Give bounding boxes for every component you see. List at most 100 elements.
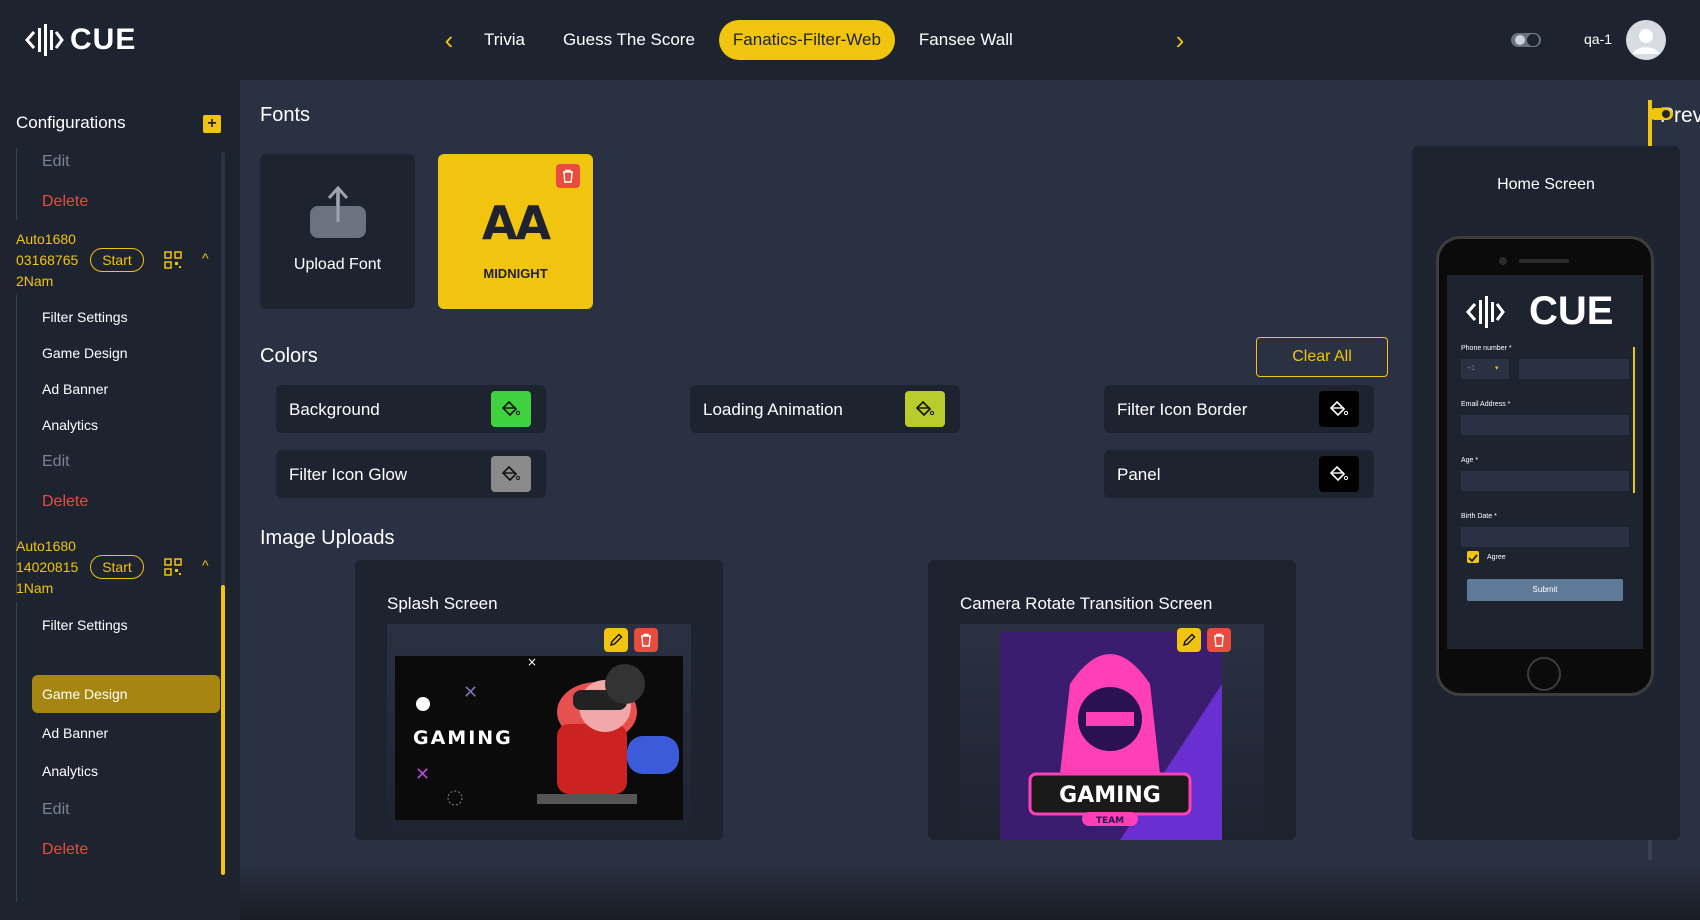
sidebar-item-analytics[interactable]: Analytics [42,763,98,779]
color-label: Background [289,400,380,419]
sidebar-edit[interactable]: Edit [42,801,70,819]
edit-image-pencil-icon[interactable] [604,628,628,652]
paint-bucket-icon[interactable] [491,456,531,492]
main-content: Fonts Upload Font AA MIDNIGHT Colors Cle… [240,80,1700,920]
tab-trivia[interactable]: Trivia [470,20,539,60]
email-input[interactable] [1461,415,1629,435]
preview-screen-title: Home Screen [1497,176,1595,193]
chevron-down-icon: ▾ [1495,365,1499,372]
color-label: Filter Icon Border [1117,400,1248,419]
color-row-loading-animation: Loading Animation [690,385,960,433]
colors-title: Colors [260,345,318,367]
sidebar-item-analytics[interactable]: Analytics [42,417,98,433]
phone-mockup: CUE Phone number * +1 ▾ Email Address * … [1436,236,1654,696]
image-card-splash-screen: Splash Screen ✕ ✕ GAMING × [355,560,723,840]
image-card-title: Splash Screen [387,594,498,613]
font-card-midnight[interactable]: AA MIDNIGHT [438,154,593,309]
paint-bucket-icon[interactable] [1319,456,1359,492]
color-label: Loading Animation [703,400,843,419]
sidebar-item-game-design-active[interactable]: Game Design [32,675,220,713]
splash-image[interactable]: ✕ ✕ GAMING × [387,624,691,840]
config-name-line[interactable]: 03168765 [16,249,78,271]
sidebar-edit[interactable]: Edit [42,453,70,471]
sidebar-title: Configurations [16,113,126,132]
config-name-line[interactable]: 2Nam [16,270,53,292]
sidebar-item-ad-banner[interactable]: Ad Banner [42,381,108,397]
country-code-select[interactable]: +1 ▾ [1461,359,1509,379]
delete-image-icon[interactable] [634,628,658,652]
agree-label: Agree [1487,554,1506,561]
tabs-next-arrow-icon[interactable]: › [1164,24,1196,56]
preview-panel: Home Screen CUE Phone number * +1 ▾ Emai… [1412,146,1680,840]
paint-bucket-icon[interactable] [1319,391,1359,427]
clear-all-button[interactable]: Clear All [1256,337,1388,377]
sidebar-item-filter-settings[interactable]: Filter Settings [42,617,128,633]
theme-toggle-icon[interactable] [1510,28,1542,52]
config-name-line[interactable]: Auto1680 [16,535,76,557]
phone-speaker [1519,259,1569,263]
color-row-background: Background [276,385,546,433]
image-card-title: Camera Rotate Transition Screen [960,594,1213,613]
sidebar: Configurations + Edit Delete Auto1680 03… [0,80,240,920]
sidebar-delete[interactable]: Delete [42,841,88,859]
tab-fanatics-filter-web[interactable]: Fanatics-Filter-Web [718,20,895,60]
start-button[interactable]: Start [90,555,144,579]
sidebar-scrollbar-thumb[interactable] [221,585,225,875]
sidebar-delete[interactable]: Delete [42,193,88,211]
image-frame: GAMING TEAM [960,624,1264,840]
add-configuration-icon[interactable]: + [203,115,221,133]
sidebar-item-game-design[interactable]: Game Design [42,345,128,361]
age-input[interactable] [1461,471,1629,491]
birth-date-label: Birth Date * [1461,513,1497,520]
agree-checkbox[interactable] [1467,551,1479,563]
image-frame: ✕ ✕ GAMING × [387,624,691,840]
qr-code-icon[interactable] [164,558,182,576]
phone-scrollbar[interactable] [1633,347,1635,493]
phone-camera [1499,257,1507,265]
checkmark-icon [1468,554,1478,563]
collapse-chevron-up-icon[interactable]: ^ [202,557,216,573]
image-uploads-title: Image Uploads [260,527,395,549]
phone-input[interactable] [1519,359,1629,379]
upload-icon [310,185,366,238]
paint-bucket-icon[interactable] [905,391,945,427]
color-label: Panel [1117,465,1161,484]
birth-date-input[interactable] [1461,527,1629,547]
upload-font-card[interactable]: Upload Font [260,154,415,309]
sidebar-edit[interactable]: Edit [42,153,70,171]
cue-logo-icon [1466,296,1505,328]
tab-fansee-wall[interactable]: Fansee Wall [905,20,1027,60]
config-name-line[interactable]: 14020815 [16,556,78,578]
app-logo[interactable]: CUE [24,20,136,60]
svg-text:✕: ✕ [415,764,430,785]
delete-image-icon[interactable] [1207,628,1231,652]
bottom-shade [240,860,1700,920]
email-field-label: Email Address * [1461,401,1511,408]
logo-text: CUE [70,23,137,56]
config-name-line[interactable]: 1Nam [16,577,53,599]
sidebar-delete[interactable]: Delete [42,493,88,511]
sidebar-item-ad-banner[interactable]: Ad Banner [42,725,108,741]
phone-logo-text: CUE [1529,289,1614,333]
qr-code-icon[interactable] [164,251,182,269]
color-label: Filter Icon Glow [289,465,408,484]
submit-button[interactable]: Submit [1467,579,1623,601]
paint-bucket-icon[interactable] [491,391,531,427]
config-name-line[interactable]: Auto1680 [16,228,76,250]
font-name: MIDNIGHT [483,266,548,281]
start-button[interactable]: Start [90,248,144,272]
avatar[interactable] [1626,20,1666,60]
delete-font-icon[interactable] [556,164,580,188]
preview-toggle-icon[interactable] [1648,106,1676,122]
tab-guess-the-score[interactable]: Guess The Score [549,20,709,60]
color-row-panel: Panel [1104,450,1374,498]
edit-image-pencil-icon[interactable] [1177,628,1201,652]
sidebar-item-filter-settings[interactable]: Filter Settings [42,309,128,325]
collapse-chevron-up-icon[interactable]: ^ [202,250,216,266]
username[interactable]: qa-1 [1584,31,1612,47]
color-row-filter-icon-glow: Filter Icon Glow [276,450,546,498]
top-bar: CUE ‹ Trivia Guess The Score Fanatics-Fi… [0,0,1700,80]
tabs-prev-arrow-icon[interactable]: ‹ [433,24,465,56]
camera-rotate-image[interactable]: GAMING TEAM [960,624,1264,840]
fonts-title: Fonts [260,104,311,126]
